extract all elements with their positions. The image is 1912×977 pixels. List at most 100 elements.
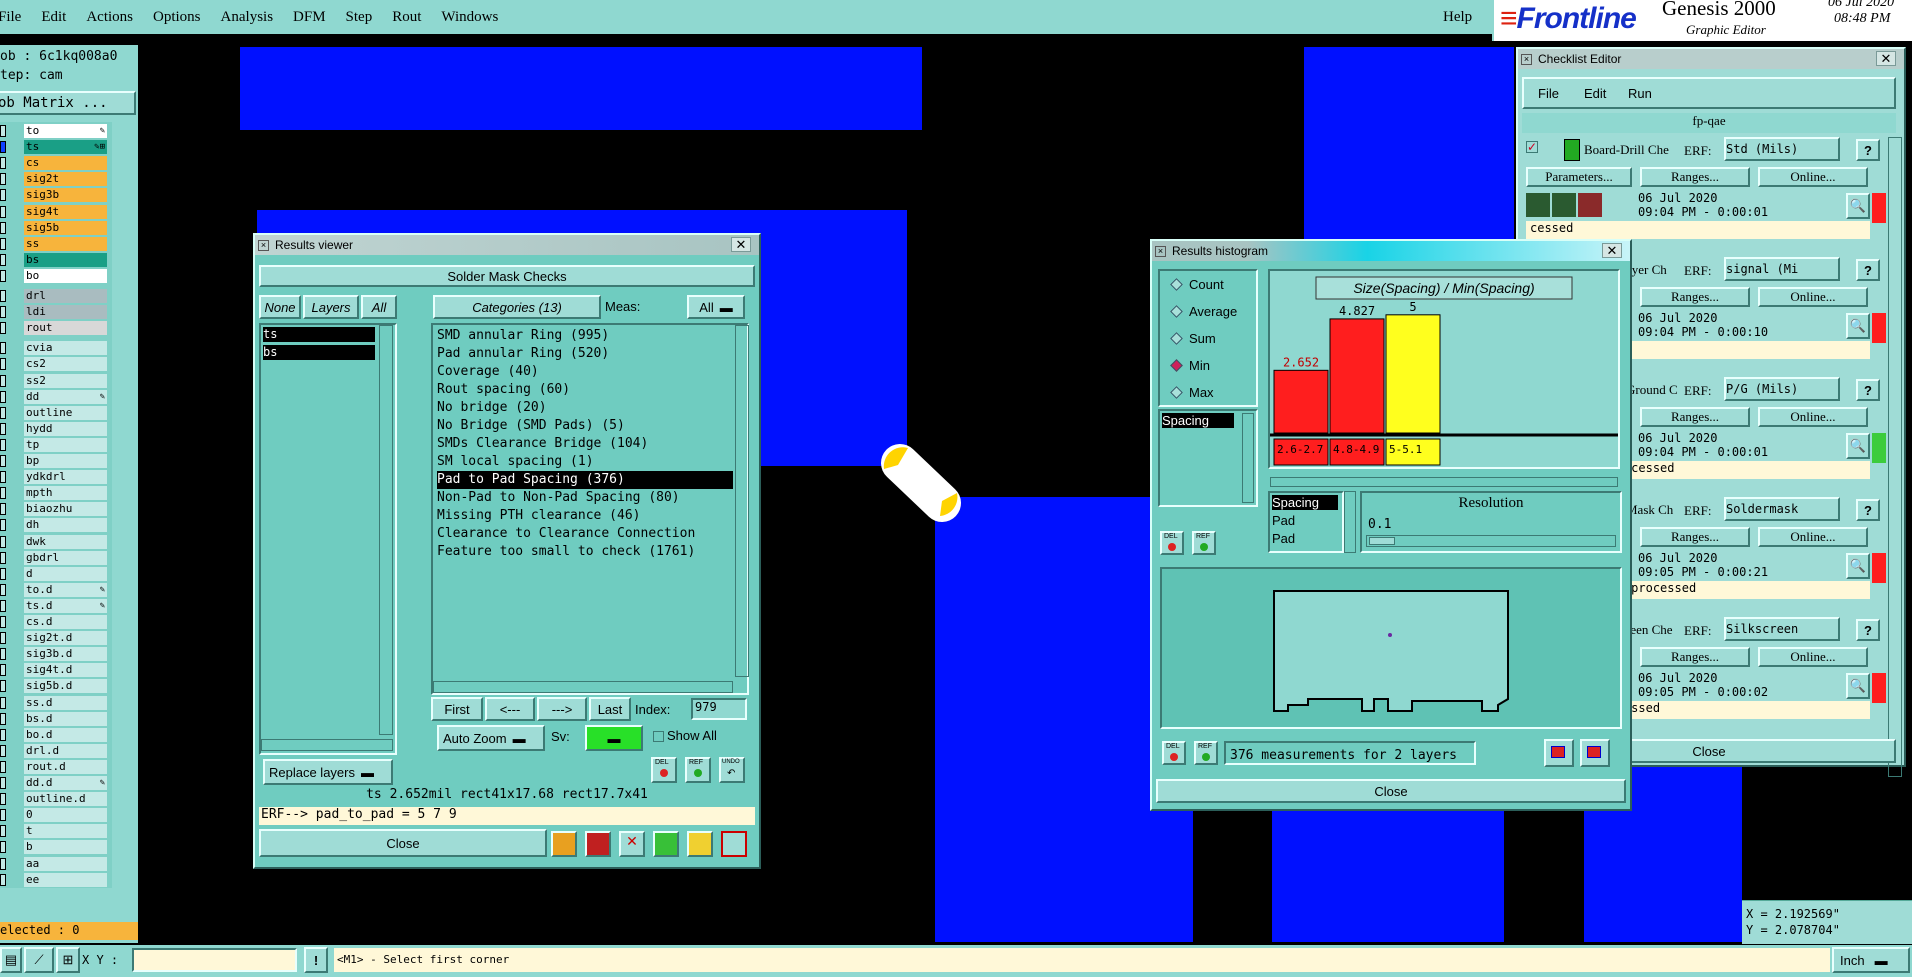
hist-del-icon[interactable]: DEL: [1160, 531, 1184, 555]
layer-item[interactable]: b: [24, 840, 107, 855]
layer-item[interactable]: to ✎: [24, 124, 107, 138]
layer-checkbox[interactable]: [0, 141, 6, 154]
category-item[interactable]: Non-Pad to Non-Pad Spacing (80): [437, 489, 680, 507]
menu-analysis[interactable]: Analysis: [221, 9, 274, 26]
layer-checkbox[interactable]: [0, 632, 6, 645]
network-icon[interactable]: ✕: [619, 831, 645, 857]
layer-checkbox[interactable]: [0, 793, 6, 806]
layer-item[interactable]: ee: [24, 872, 107, 887]
zoom-icon[interactable]: 🔍: [1846, 553, 1870, 579]
erf-select[interactable]: Std (Mils): [1724, 137, 1840, 161]
layer-item[interactable]: ss.d: [24, 695, 107, 710]
layer-item[interactable]: mpth: [24, 486, 107, 501]
layers-scrollbar[interactable]: [379, 325, 393, 735]
measure-icon[interactable]: ⟋: [24, 947, 54, 973]
none-button[interactable]: None: [259, 295, 301, 319]
layer-item[interactable]: hydd: [24, 421, 107, 436]
zoom-icon[interactable]: 🔍: [1846, 193, 1870, 219]
results-viewer-titlebar[interactable]: Results viewer: [255, 235, 759, 255]
layer-checkbox[interactable]: [0, 664, 6, 677]
unit-selector[interactable]: Inch ▬: [1832, 947, 1910, 973]
all-layers-button[interactable]: All: [361, 295, 397, 319]
sub-item-pad[interactable]: Pad: [1272, 513, 1295, 528]
layer-item[interactable]: t: [24, 824, 107, 839]
menu-windows[interactable]: Windows: [441, 9, 498, 26]
layer-checkbox[interactable]: [0, 358, 6, 371]
layer-checkbox[interactable]: [0, 290, 6, 302]
layer-checkbox[interactable]: [0, 873, 6, 886]
layer-checkbox[interactable]: [0, 744, 6, 757]
undo-icon[interactable]: UNDO ↶: [719, 757, 745, 783]
online-button[interactable]: Online...: [1758, 647, 1868, 667]
prev-button[interactable]: <---: [485, 697, 535, 721]
layer-item[interactable]: cs.d: [24, 615, 107, 629]
spacing-scrollbar[interactable]: [1242, 413, 1254, 503]
menu-file[interactable]: File: [0, 9, 21, 26]
checklist-scrollbar[interactable]: [1888, 137, 1902, 777]
menu-help[interactable]: Help: [1443, 9, 1472, 26]
layer-checkbox[interactable]: [0, 857, 6, 870]
layer-item[interactable]: ts.d ✎: [24, 598, 107, 613]
layer-checkbox[interactable]: [0, 125, 6, 137]
action-name[interactable]: Ground C: [1626, 382, 1682, 398]
layer-checkbox[interactable]: [0, 616, 6, 628]
layer-item[interactable]: bs.d: [24, 711, 107, 726]
results-close-button[interactable]: Close: [259, 829, 547, 857]
checklist-menu-run[interactable]: Run: [1628, 86, 1652, 101]
hist-del-icon-2[interactable]: DEL: [1162, 741, 1186, 765]
layer-item[interactable]: outline: [24, 405, 107, 420]
layer-checkbox[interactable]: [0, 205, 6, 218]
histogram-bar[interactable]: [1329, 318, 1385, 434]
layer-item[interactable]: drl: [24, 289, 107, 303]
erf-select[interactable]: signal (Mi: [1724, 257, 1840, 281]
last-button[interactable]: Last: [589, 697, 631, 721]
menu-edit[interactable]: Edit: [41, 9, 66, 26]
tool-icon-a[interactable]: ▤: [0, 947, 22, 973]
layer-checkbox[interactable]: [0, 680, 6, 693]
option-average[interactable]: Average: [1170, 304, 1237, 319]
layer-checkbox[interactable]: [0, 471, 6, 484]
layer-checkbox[interactable]: [0, 438, 6, 451]
layer-checkbox[interactable]: [0, 422, 6, 435]
sub-item-pad[interactable]: Pad: [1272, 531, 1295, 546]
category-item[interactable]: Missing PTH clearance (46): [437, 507, 641, 525]
del-icon[interactable]: DEL: [651, 757, 677, 783]
alert-icon[interactable]: !: [304, 947, 328, 973]
layer-item[interactable]: bo.d: [24, 727, 107, 742]
checklist-menu-file[interactable]: File: [1538, 86, 1559, 101]
layer-checkbox[interactable]: [0, 712, 6, 725]
layer-checkbox[interactable]: [0, 253, 6, 266]
layer-checkbox[interactable]: [0, 760, 6, 773]
compare-icon[interactable]: [653, 831, 679, 857]
category-item[interactable]: SMDs Clearance Bridge (104): [437, 435, 648, 453]
erf-select[interactable]: Silkscreen: [1724, 617, 1840, 641]
job-matrix-button[interactable]: ob Matrix ...: [0, 91, 136, 115]
category-item[interactable]: Rout spacing (60): [437, 381, 570, 399]
layer-item[interactable]: cs2: [24, 357, 107, 372]
layer-item[interactable]: sig2t.d: [24, 631, 107, 646]
layer-item[interactable]: biaozhu: [24, 502, 107, 517]
zoom-icon[interactable]: 🔍: [1846, 673, 1870, 699]
hist-ref-icon[interactable]: REF: [1192, 531, 1216, 555]
layer-item[interactable]: sig3b: [24, 188, 107, 203]
layer-checkbox[interactable]: [0, 406, 6, 419]
option-min[interactable]: Min: [1170, 358, 1210, 373]
layer-item[interactable]: tp: [24, 437, 107, 452]
online-button[interactable]: Online...: [1758, 167, 1868, 187]
layer-item[interactable]: cs: [24, 156, 107, 171]
layer-item[interactable]: sig4t.d: [24, 663, 107, 678]
help-button[interactable]: ?: [1856, 139, 1880, 161]
category-item[interactable]: No bridge (20): [437, 399, 547, 417]
auto-zoom-button[interactable]: Auto Zoom ▬: [437, 725, 545, 751]
layer-item[interactable]: sig5b: [24, 220, 107, 235]
categories-hscroll[interactable]: [433, 681, 733, 693]
categories-button[interactable]: Categories (13): [433, 295, 601, 319]
menu-actions[interactable]: Actions: [86, 9, 133, 26]
layer-checkbox[interactable]: [0, 583, 6, 596]
layer-item[interactable]: d: [24, 566, 107, 581]
histogram-bar[interactable]: [1385, 314, 1441, 434]
option-max[interactable]: Max: [1170, 385, 1214, 400]
layer-item[interactable]: bs: [24, 252, 107, 267]
menu-options[interactable]: Options: [153, 9, 201, 26]
layer-checkbox[interactable]: [0, 221, 6, 234]
